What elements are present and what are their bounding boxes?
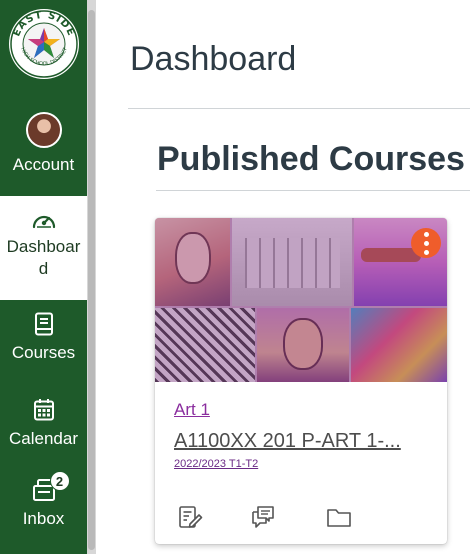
nav-inbox-label: Inbox <box>22 509 65 528</box>
kebab-dot <box>423 231 429 237</box>
global-navigation: EAST SIDE HIGH SCHOOL DISTRICT Account D… <box>0 0 87 554</box>
course-card[interactable]: Art 1 A1100XX 201 P-ART 1-... 2022/2023 … <box>155 218 447 544</box>
dashboard-gauge-icon <box>32 215 55 229</box>
title-divider <box>128 108 470 109</box>
nav-courses[interactable]: Courses <box>0 312 87 382</box>
inbox-unread-badge: 2 <box>49 471 70 491</box>
course-card-menu-button[interactable] <box>411 228 441 258</box>
kebab-dot <box>423 249 429 255</box>
course-card-image[interactable] <box>155 218 447 382</box>
section-title: Published Courses <box>157 140 465 178</box>
calendar-icon <box>33 399 54 421</box>
nav-account[interactable]: Account <box>0 112 87 188</box>
page-title: Dashboard <box>130 40 297 78</box>
course-code[interactable]: A1100XX 201 P-ART 1-... <box>174 430 436 453</box>
section-divider <box>156 190 470 191</box>
nav-calendar-label: Calendar <box>9 429 78 448</box>
files-folder-icon[interactable] <box>326 504 352 530</box>
discussions-icon[interactable] <box>250 504 276 530</box>
nav-dashboard[interactable]: Dashboard <box>0 196 87 300</box>
assignments-icon[interactable] <box>177 504 203 530</box>
avatar <box>25 112 62 148</box>
nav-inbox[interactable]: 2 Inbox <box>0 471 87 554</box>
nav-dashboard-label: Dashboard <box>6 237 81 278</box>
nav-scrollbar[interactable] <box>87 0 96 554</box>
courses-book-icon <box>34 312 53 336</box>
kebab-dot <box>423 240 429 246</box>
course-term: 2022/2023 T1-T2 <box>174 458 259 470</box>
nav-courses-label: Courses <box>11 343 76 362</box>
nav-scrollbar-thumb[interactable] <box>88 10 95 550</box>
logo-seal: EAST SIDE HIGH SCHOOL DISTRICT <box>9 9 79 79</box>
nav-calendar[interactable]: Calendar <box>0 398 87 468</box>
school-logo[interactable]: EAST SIDE HIGH SCHOOL DISTRICT <box>8 8 80 80</box>
nav-account-label: Account <box>12 155 75 174</box>
course-color-overlay <box>155 218 447 382</box>
inbox-icon-wrap: 2 <box>32 471 70 502</box>
course-nickname-link[interactable]: Art 1 <box>174 400 210 420</box>
